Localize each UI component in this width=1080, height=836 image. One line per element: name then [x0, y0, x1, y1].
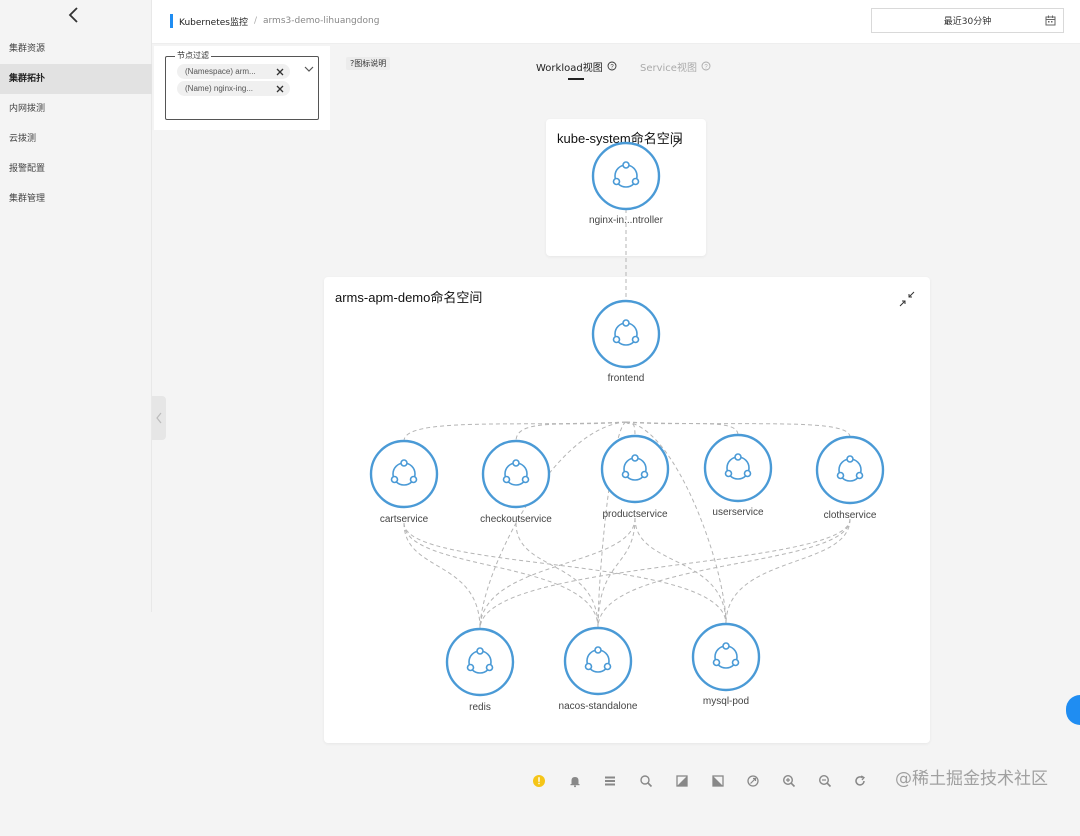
node-circle — [563, 626, 633, 696]
node-label: productservice — [602, 509, 667, 520]
refresh-icon — [855, 775, 866, 786]
back-chevron-icon[interactable] — [62, 4, 86, 28]
tab-service-view[interactable]: Service视图 ? — [640, 58, 711, 74]
node-circle — [445, 627, 515, 697]
node-label: nginx-in...ntroller — [589, 215, 664, 226]
node-circle — [591, 141, 661, 211]
help-circle-icon[interactable]: ? — [701, 61, 711, 71]
close-icon[interactable] — [275, 84, 285, 94]
zoom-out-icon — [818, 774, 831, 788]
search-icon — [640, 775, 653, 788]
icon-legend-button[interactable]: ?图标说明 — [346, 57, 391, 70]
close-icon[interactable] — [275, 67, 285, 77]
toolbar-zoom-out-button[interactable] — [812, 768, 838, 794]
header: Kubernetes监控 / arms3-demo-lihuangdong 最近… — [152, 0, 1080, 44]
toolbar-bell-button[interactable] — [562, 768, 588, 794]
calendar-icon — [1045, 15, 1056, 26]
node-filter-select[interactable]: 节点过滤 (Namespace) arm... (Name) nginx-ing… — [165, 51, 319, 120]
help-circle-icon[interactable]: ? — [607, 61, 617, 71]
filter-tag-label: (Namespace) arm... — [185, 67, 256, 76]
bell-icon — [570, 777, 580, 788]
sidebar-menu: 集群资源 集群拓扑 内网拨测 云拨测 报警配置 集群管理 — [0, 34, 152, 214]
node-label: mysql-pod — [703, 696, 749, 707]
breadcrumb-root[interactable]: Kubernetes监控 — [179, 15, 248, 28]
watermark: @稀土掘金技术社区 — [895, 769, 1048, 789]
sidebar: 集群资源 集群拓扑 内网拨测 云拨测 报警配置 集群管理 — [0, 0, 152, 612]
node-circle — [703, 433, 773, 503]
filter-tag-name: (Name) nginx-ing... — [177, 81, 290, 96]
breadcrumb: Kubernetes监控 / arms3-demo-lihuangdong — [170, 13, 379, 29]
layout-alt-icon — [711, 775, 724, 787]
layout-icon — [676, 775, 688, 787]
breadcrumb-separator: / — [253, 16, 257, 26]
node-circle — [815, 435, 885, 505]
node-label: frontend — [608, 373, 645, 384]
list-icon — [605, 776, 616, 786]
node-label: clothservice — [824, 510, 877, 521]
node-circle — [600, 434, 670, 504]
tab-workload-view[interactable]: Workload视图 ? — [536, 58, 617, 74]
sidebar-item-alert-config[interactable]: 报警配置 — [0, 154, 152, 184]
tab-label: Workload视图 — [536, 62, 603, 74]
time-range-picker[interactable]: 最近30分钟 — [871, 8, 1064, 33]
toolbar-search-button[interactable] — [633, 768, 659, 794]
node-label: redis — [469, 702, 491, 713]
toolbar-layout-button[interactable] — [669, 768, 695, 794]
filter-tag-label: (Name) nginx-ing... — [185, 84, 254, 93]
node-filter-panel: 节点过滤 (Namespace) arm... (Name) nginx-ing… — [154, 46, 330, 130]
chevron-down-icon[interactable] — [303, 64, 315, 74]
toolbar-fit-view-button[interactable] — [740, 768, 766, 794]
toolbar-zoom-in-button[interactable] — [776, 768, 802, 794]
node-label: userservice — [712, 507, 764, 518]
zoom-in-icon — [782, 774, 795, 788]
breadcrumb-accent-bar — [170, 14, 173, 28]
filter-tag-namespace: (Namespace) arm... — [177, 64, 290, 79]
node-circle — [591, 299, 661, 369]
active-tab-underline — [568, 78, 584, 80]
collapse-icon[interactable] — [898, 290, 916, 308]
tab-label: Service视图 — [640, 62, 697, 74]
floating-panel-button[interactable] — [1066, 695, 1080, 725]
namespace-title: arms-apm-demo命名空间 — [335, 290, 483, 305]
toolbar-list-button[interactable] — [597, 768, 623, 794]
node-circle — [369, 439, 439, 509]
toolbar-warning-button[interactable] — [526, 768, 552, 794]
breadcrumb-current: arms3-demo-lihuangdong — [263, 16, 380, 26]
node-circle — [481, 439, 551, 509]
sidebar-item-intranet-probe[interactable]: 内网拨测 — [0, 94, 152, 124]
fit-view-icon — [747, 775, 759, 787]
time-range-value: 最近30分钟 — [943, 17, 992, 27]
chevron-left-icon — [156, 412, 162, 424]
sidebar-item-cloud-probe[interactable]: 云拨测 — [0, 124, 152, 154]
sidebar-collapse-handle[interactable] — [152, 396, 166, 440]
sidebar-item-cluster-management[interactable]: 集群管理 — [0, 184, 152, 214]
warning-icon — [533, 775, 545, 787]
expand-icon[interactable] — [670, 136, 684, 150]
toolbar-layout-alt-button[interactable] — [705, 768, 731, 794]
node-label: cartservice — [380, 514, 429, 525]
node-filter-legend: 节点过滤 — [175, 51, 211, 61]
node-label: nacos-standalone — [559, 701, 638, 712]
toolbar-refresh-button[interactable] — [847, 768, 873, 794]
node-label: checkoutservice — [480, 514, 552, 525]
node-circle — [691, 622, 761, 692]
sidebar-item-cluster-topology[interactable]: 集群拓扑 — [0, 64, 152, 94]
sidebar-item-cluster-resources[interactable]: 集群资源 — [0, 34, 152, 64]
